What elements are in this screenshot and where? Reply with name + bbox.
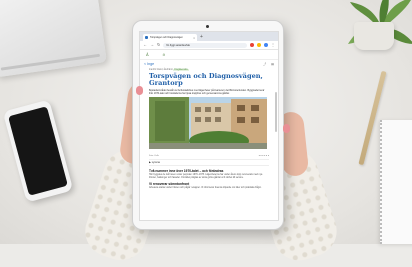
site-header: Å ð (140, 50, 278, 60)
gallery-dots[interactable]: ● ● ● ● ● ● (259, 155, 269, 157)
plant-pot (354, 22, 394, 50)
scrollbar[interactable] (275, 92, 277, 132)
article: Inanför bland, återhämt Flogistenstra To… (140, 68, 278, 190)
browser-tabbar: Torspvägen och Diagnosvägen × + (140, 32, 278, 41)
fingernail-left (136, 86, 143, 95)
meta-prefix: Inanför bland, återhämt (149, 69, 173, 71)
extension-icon-2[interactable] (257, 43, 261, 47)
browser-tab[interactable]: Torspvägen och Diagnosvägen × (143, 34, 197, 41)
caption-left: Foto: Kalle (149, 155, 159, 158)
notebook (380, 120, 412, 244)
reload-icon[interactable]: ↻ (157, 43, 160, 47)
section-2-title: Vi renoverar sömntonfront (149, 182, 190, 187)
article-tools: ⤴ ▤ (263, 62, 274, 66)
extension-icon-1[interactable] (250, 43, 254, 47)
fingernail-right (283, 124, 290, 133)
extension-icon-3[interactable] (264, 43, 268, 47)
section-1-title: Två nummer inne över 1970-talet – och fö… (149, 169, 224, 174)
article-lead: Bostadsområdet består av flerbostadshus … (149, 89, 265, 96)
site-nav-item-2[interactable]: ð (163, 52, 165, 57)
listen-button[interactable]: ▶ Lyssna (149, 159, 269, 167)
article-photo (149, 97, 267, 152)
favicon-icon (145, 36, 148, 39)
print-icon[interactable]: ▤ (271, 62, 274, 66)
meta-tag[interactable]: Flogistenstra (173, 69, 189, 71)
back-arrow-icon[interactable]: ← (143, 43, 147, 47)
tablet: Torspvägen och Diagnosvägen × + ← → ↻ ft… (132, 20, 284, 230)
close-tab-icon[interactable]: × (193, 36, 195, 40)
address-bar: ← → ↻ ftn.figgt.se/ardeo/tak ⋮ (140, 41, 278, 50)
tablet-screen: Torspvägen och Diagnosvägen × + ← → ↻ ft… (139, 31, 279, 221)
url-field[interactable]: ftn.figgt.se/ardeo/tak (163, 42, 247, 48)
section-1-body: Här byggdes de två husen under perioden … (149, 174, 263, 180)
new-tab-button[interactable]: + (200, 34, 203, 41)
menu-icon[interactable]: ⋮ (271, 43, 275, 47)
article-title: Torspvägen och Diagnosvägen, Grantorp (149, 72, 263, 88)
tab-title: Torspvägen och Diagnosvägen (150, 36, 183, 39)
tablet-camera (206, 25, 209, 28)
section-2-body: Arbetena startar under hösten och pågår … (149, 187, 262, 190)
article-meta: Inanför bland, återhämt Flogistenstra (149, 69, 269, 71)
site-nav-item-1[interactable]: Å (146, 52, 149, 57)
back-link[interactable]: < Inge (144, 62, 154, 66)
photo-caption: Foto: Kalle ● ● ● ● ● ● (149, 155, 269, 157)
forward-arrow-icon[interactable]: → (150, 43, 154, 47)
share-icon[interactable]: ⤴ (263, 62, 266, 66)
article-toolbar: < Inge ⤴ ▤ (140, 60, 278, 68)
